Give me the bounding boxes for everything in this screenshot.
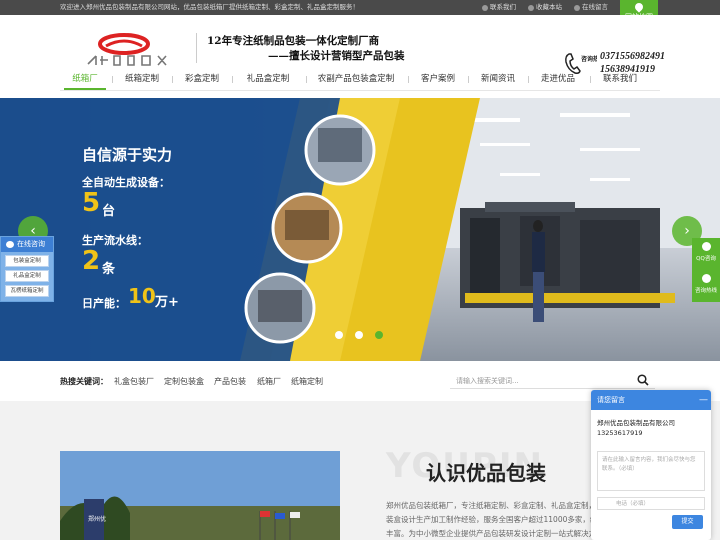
factory-banner-image — [0, 98, 720, 361]
keyword-link[interactable]: 礼盒包装厂 — [114, 376, 154, 387]
nav-separator — [112, 76, 113, 83]
phone-number-1: 0371556982491 — [600, 51, 665, 62]
nav-item-about[interactable]: 走进优品 — [534, 68, 582, 90]
main-nav: 纸箱厂 纸箱定制 彩盒定制 礼品盒定制 农副产品包装盒定制 客户案例 新闻资讯 … — [0, 68, 720, 90]
nav-separator — [468, 76, 469, 83]
banner-equipment-number: 5 — [82, 188, 101, 218]
slogan-line2: ——擅长设计营销型产品包装 — [268, 50, 405, 62]
chat-bubble-icon — [6, 241, 14, 248]
online-chat-widget: 在线咨询 包装盒定制 礼品盒定制 瓦楞纸箱定制 — [0, 236, 54, 302]
nav-separator — [232, 76, 233, 83]
slide-dot-2[interactable] — [355, 331, 363, 339]
submit-button[interactable]: 提交 — [672, 515, 703, 529]
nav-item-news[interactable]: 新闻资讯 — [474, 68, 522, 90]
welcome-message: 欢迎进入郑州优品包装制品有限公司网站，优品包装纸箱厂提供纸箱定制、彩盒定制、礼品… — [60, 3, 359, 11]
keyword-link[interactable]: 定制包装盒 — [164, 376, 204, 387]
banner-pagination — [335, 331, 383, 339]
nav-item-carton-custom[interactable]: 纸箱定制 — [118, 68, 166, 90]
slide-dot-3[interactable] — [375, 331, 383, 339]
phone-icon — [482, 4, 488, 11]
nav-item-color-box[interactable]: 彩盒定制 — [178, 68, 226, 90]
nav-separator — [306, 76, 307, 83]
nav-item-carton-factory[interactable]: 纸箱厂 — [64, 68, 106, 90]
nav-item-gift-box[interactable]: 礼品盒定制 — [238, 68, 298, 90]
message-textarea[interactable]: 请在此输入留言内容，我们会尽快与您联系。（必填） — [597, 451, 705, 491]
qq-icon — [701, 242, 711, 251]
qq-consult-button[interactable]: QQ咨询 — [692, 238, 720, 270]
dialog-header: 请您留言 — — [591, 390, 711, 410]
map-pin-icon — [633, 1, 645, 13]
banner-capacity-number: 10 — [128, 284, 156, 308]
leave-message-dialog: 请您留言 — 郑州优品包装制品有限公司13253617919 请在此输入留言内容，… — [591, 390, 711, 540]
nav-separator — [528, 76, 529, 83]
nav-separator — [590, 76, 591, 83]
keyword-link[interactable]: 产品包装 — [214, 376, 246, 387]
keyword-link[interactable]: 纸箱定制 — [291, 376, 323, 387]
nav-item-cases[interactable]: 客户案例 — [414, 68, 462, 90]
slogan-line1: 12年专注纸制品包装一体化定制厂商 — [207, 35, 380, 47]
chat-header[interactable]: 在线咨询 — [1, 237, 53, 252]
banner-lines-unit: 条 — [102, 262, 116, 277]
hotline-label: 咨询热线 — [581, 55, 597, 63]
nav-underline — [60, 90, 660, 91]
chat-option-carton[interactable]: 瓦楞纸箱定制 — [5, 285, 49, 297]
building-sign-text: 郑州优 — [88, 515, 106, 523]
phone-input[interactable]: 电话（必填） — [597, 497, 705, 510]
keyword-link[interactable]: 纸箱厂 — [257, 376, 281, 387]
slide-dot-1[interactable] — [335, 331, 343, 339]
banner-capacity-label: 日产能： — [82, 297, 126, 310]
company-logo[interactable] — [84, 32, 170, 68]
right-float-bar: QQ咨询 咨询热线 — [692, 238, 720, 302]
nav-item-farm-product-box[interactable]: 农副产品包装盒定制 — [312, 68, 400, 90]
company-building-image: 郑州优 — [60, 451, 340, 540]
minimize-button[interactable]: — — [699, 390, 708, 410]
site-header: 12年专注纸制品包装一体化定制厂商 ——擅长设计营销型产品包装 咨询热线 037… — [0, 15, 720, 75]
chat-option-box[interactable]: 包装盒定制 — [5, 255, 49, 267]
dialog-company-info: 郑州优品包装制品有限公司13253617919 — [597, 419, 675, 437]
star-icon — [528, 4, 534, 11]
contact-us-link[interactable]: 联系我们 — [482, 0, 516, 15]
search-icon[interactable] — [637, 374, 649, 386]
header-divider — [196, 33, 197, 63]
top-bar: 欢迎进入郑州优品包装制品有限公司网站，优品包装纸箱厂提供纸箱定制、彩盒定制、礼品… — [0, 0, 720, 15]
search-input[interactable]: 请输入搜索关键词... — [450, 373, 655, 389]
banner-lines-number: 2 — [82, 246, 101, 276]
chat-option-gift[interactable]: 礼品盒定制 — [5, 270, 49, 282]
leave-message-link[interactable]: 在线留言 — [574, 0, 608, 15]
hero-banner: 自信源于实力 全自动生成设备： 5 台 生产流水线： 2 条 日产能： 10 万… — [0, 98, 720, 361]
bookmark-link[interactable]: 收藏本站 — [528, 0, 562, 15]
message-icon — [574, 4, 580, 11]
nav-item-contact[interactable]: 联系我们 — [596, 68, 644, 90]
banner-equipment-unit: 台 — [102, 204, 116, 219]
phone-icon — [701, 274, 711, 283]
banner-heading: 自信源于实力 — [82, 146, 173, 164]
about-title: 认识优品包装 — [426, 461, 546, 485]
nav-separator — [172, 76, 173, 83]
nav-separator — [408, 76, 409, 83]
hotline-button[interactable]: 咨询热线 — [692, 270, 720, 302]
hot-keywords-label: 热搜关键词： — [60, 377, 108, 386]
about-text: 郑州优品包装纸箱厂，专注纸箱定制、彩盒定制、礼品盒定制，包装盒设计生产加工制作经… — [386, 501, 605, 538]
banner-capacity-unit: 万+ — [155, 295, 179, 310]
